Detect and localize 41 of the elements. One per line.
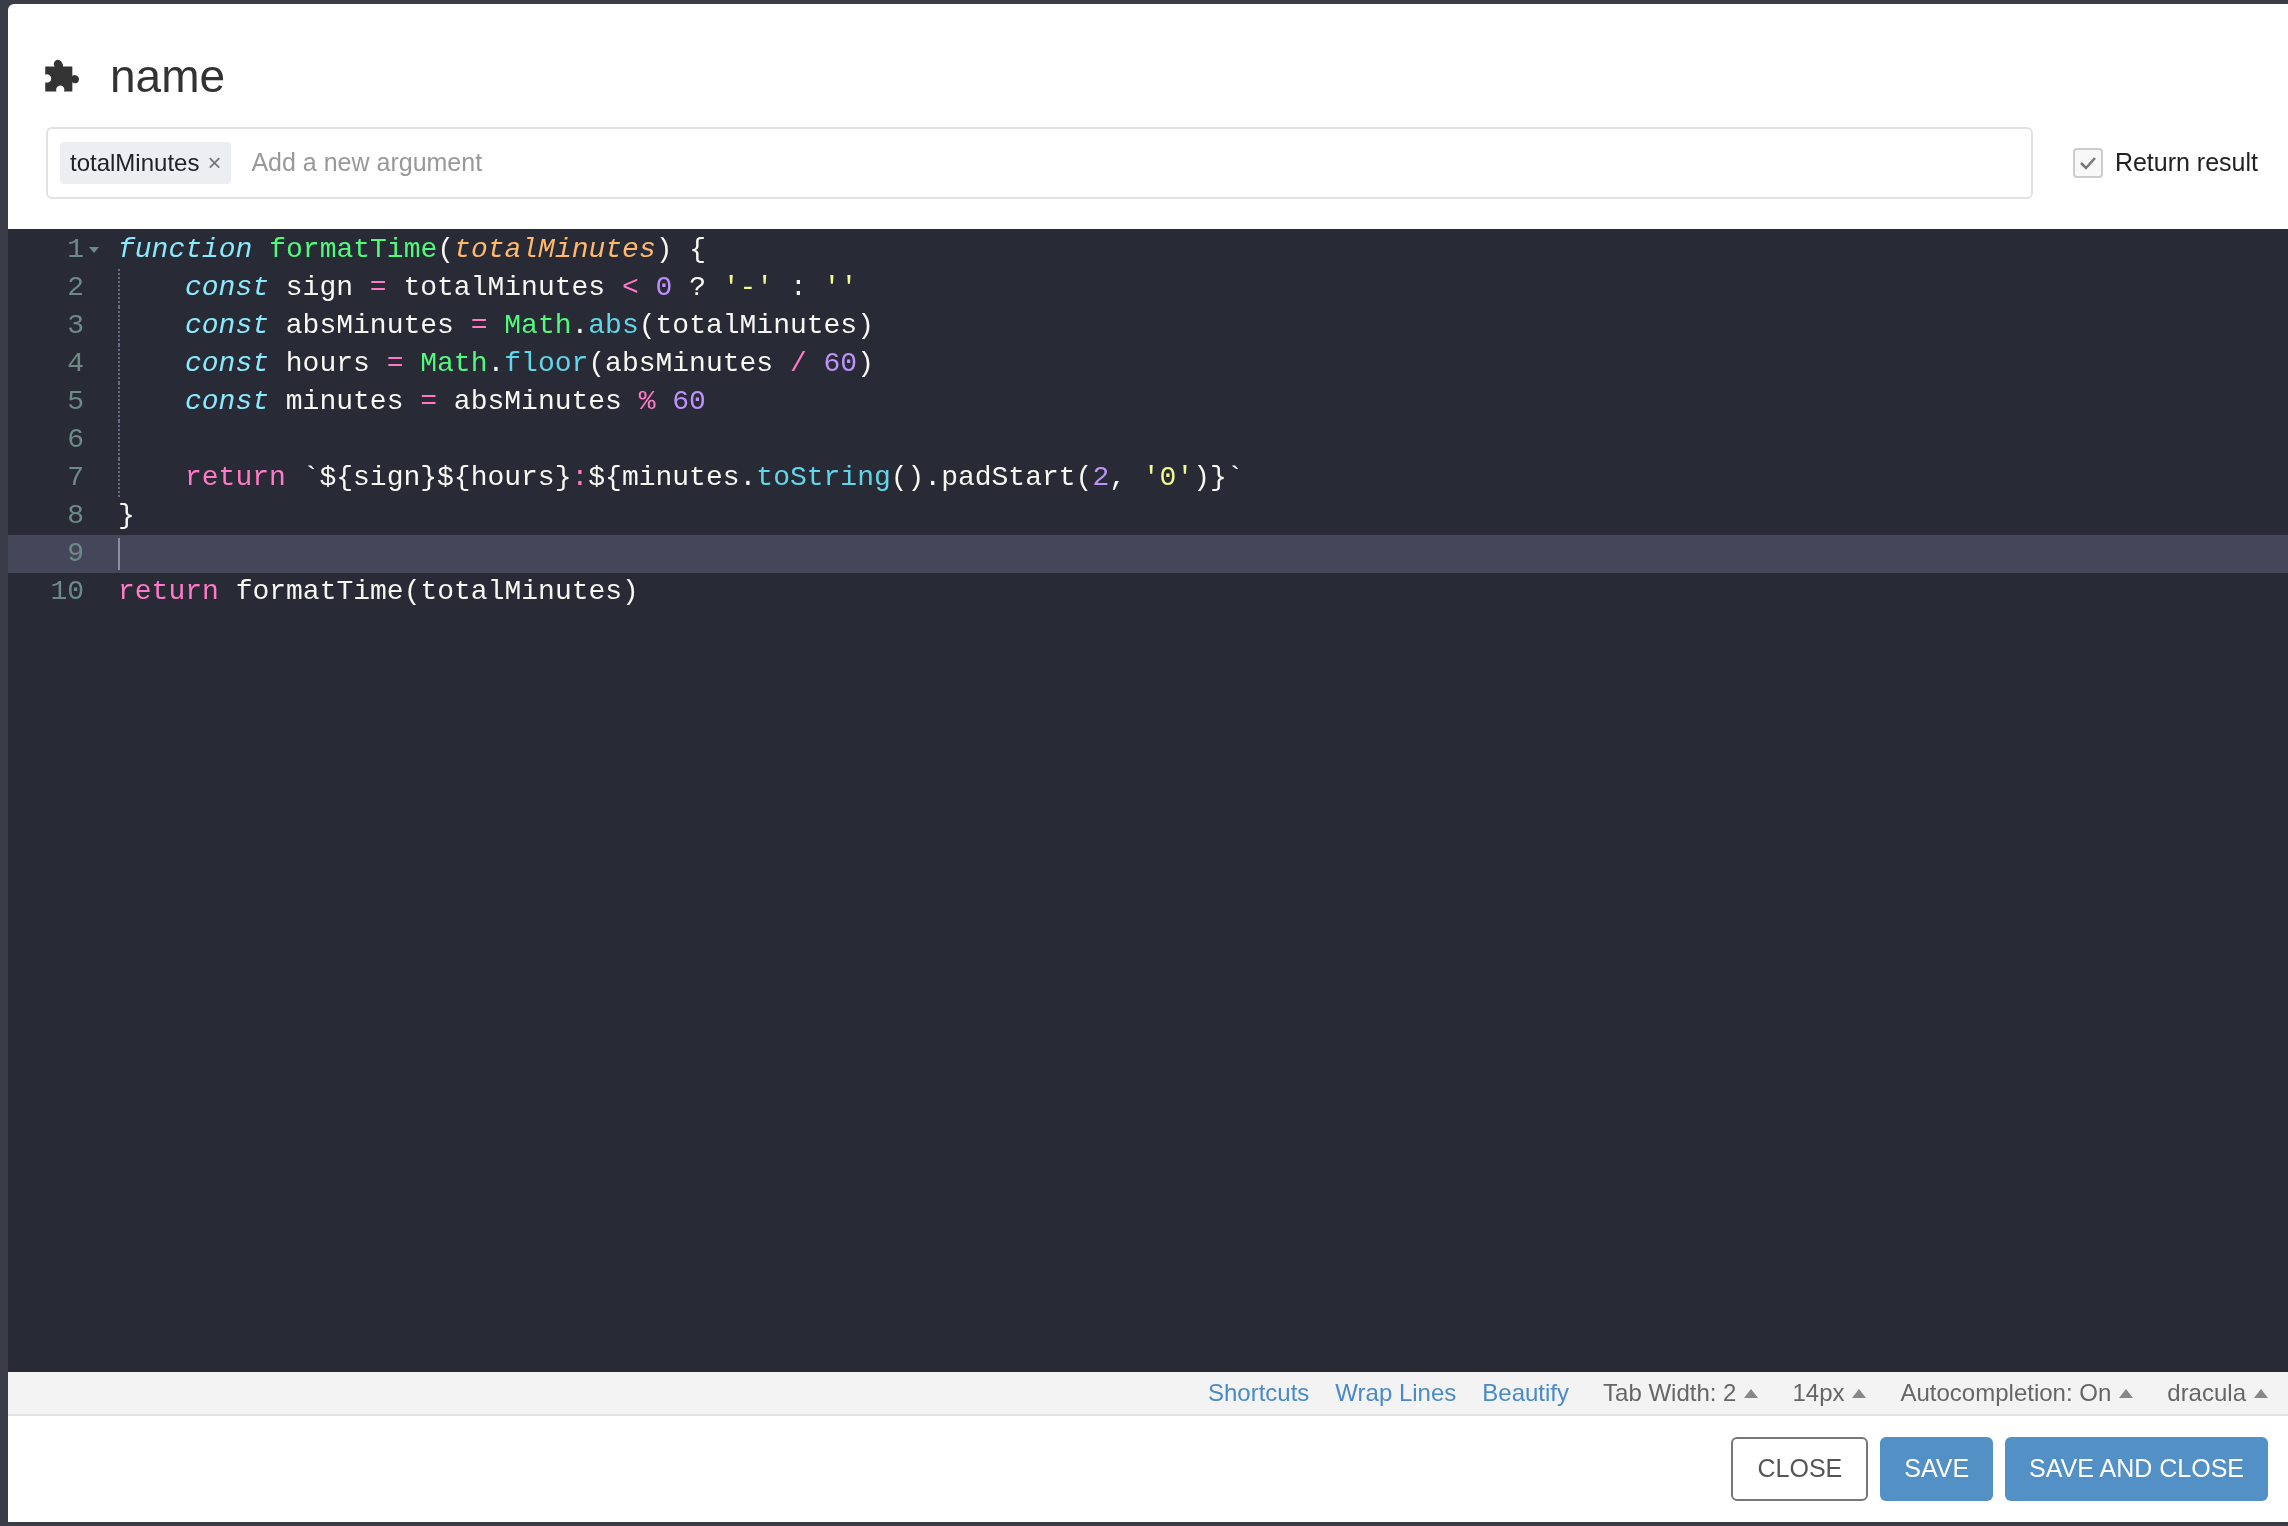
status-bar-menu[interactable]: dracula: [2167, 1375, 2268, 1411]
caret-up-icon: [2119, 1388, 2134, 1398]
caret-up-icon: [1744, 1388, 1759, 1398]
line-number: 3: [67, 309, 84, 343]
code-line: }: [118, 499, 135, 533]
dialog-button[interactable]: CLOSE: [1731, 1437, 1869, 1501]
line-number: 5: [67, 385, 84, 419]
code-line: const minutes = absMinutes % 60: [185, 385, 706, 419]
line-number: 10: [50, 575, 84, 609]
dialog-title: name: [110, 49, 226, 104]
status-bar-menu[interactable]: Autocompletion: On: [1900, 1375, 2134, 1411]
return-result-checkbox[interactable]: [2072, 148, 2103, 178]
line-number: 9: [67, 537, 84, 571]
text-cursor: [118, 538, 120, 570]
fold-caret-icon[interactable]: [88, 246, 100, 254]
line-number: 2: [67, 271, 84, 305]
return-result-label: Return result: [2114, 147, 2258, 179]
status-bar-link[interactable]: Wrap Lines: [1335, 1375, 1457, 1411]
argument-input-field[interactable]: totalMinutes × Add a new argument: [46, 127, 2033, 199]
argument-text[interactable]: Add a new argument: [251, 144, 2019, 182]
line-number: 7: [67, 461, 84, 495]
caret-up-icon: [2254, 1388, 2268, 1398]
status-bar-menu[interactable]: Tab Width: 2: [1603, 1375, 1759, 1411]
dialog-button[interactable]: SAVE AND CLOSE: [2005, 1437, 2268, 1501]
line-number: 8: [67, 499, 84, 533]
line-number: 1: [67, 233, 84, 267]
dialog-button[interactable]: SAVE: [1880, 1437, 1994, 1501]
code-line: const absMinutes = Math.abs(totalMinutes): [185, 309, 874, 343]
line-number: 4: [67, 347, 84, 381]
caret-up-icon: [1852, 1388, 1867, 1398]
status-bar-menu[interactable]: 14px: [1792, 1375, 1867, 1411]
status-bar-link[interactable]: Shortcuts: [1207, 1375, 1310, 1411]
code-line: return `${sign}${hours}:${minutes.toString().padStart(2, '0')}`: [185, 461, 1244, 495]
code-line: return formatTime(totalMinutes): [118, 575, 639, 609]
line-number: 6: [67, 423, 84, 457]
remove-tag-button[interactable]: ×: [207, 145, 222, 181]
status-bar-link[interactable]: Beautify: [1482, 1375, 1570, 1411]
code-line: const hours = Math.floor(absMinutes / 60): [185, 347, 874, 381]
argument-tag: totalMinutes ×: [60, 142, 232, 184]
code-line: function formatTime(totalMinutes) {: [118, 233, 707, 267]
code-line: const sign = totalMinutes < 0 ? '-' : '': [185, 271, 858, 305]
